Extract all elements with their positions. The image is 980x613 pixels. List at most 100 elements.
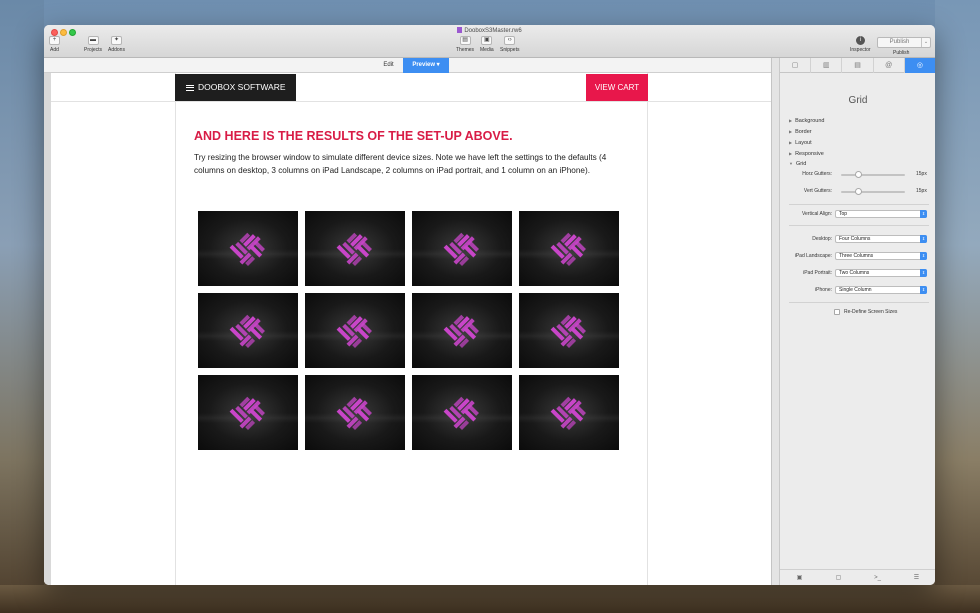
divider (789, 204, 929, 205)
page-description: Try resizing the browser window to simul… (194, 153, 607, 175)
checkbox[interactable] (834, 309, 840, 315)
grid-image-tile[interactable] (305, 293, 405, 368)
ipad-landscape-select[interactable]: Three Columns ⇕ (835, 252, 927, 260)
redefine-screen-sizes-checkbox[interactable]: Re-Define Screen Sizes (834, 309, 897, 315)
code-icon: ‹› (504, 36, 516, 45)
doobox-logo-icon (443, 232, 479, 266)
tab-stack-inspector[interactable]: ◎ (904, 58, 935, 73)
footer-layers-icon[interactable]: ▢ (819, 574, 858, 581)
divider (789, 225, 929, 226)
grid-image-tile[interactable] (198, 211, 298, 286)
page-heading: AND HERE IS THE RESULTS OF THE SET-UP AB… (194, 129, 513, 143)
grid-image-tile[interactable] (412, 211, 512, 286)
desktop-columns-select[interactable]: Four Columns ⇕ (835, 235, 927, 243)
chevron-down-icon[interactable]: ⌄ (921, 38, 930, 47)
horz-gutters-slider[interactable] (841, 171, 905, 178)
vert-gutters-value: 15px (916, 188, 927, 194)
footer-page-icon[interactable]: ▣ (780, 574, 819, 581)
add-button[interactable]: + Add (49, 36, 60, 53)
hamburger-menu-icon[interactable] (186, 84, 194, 91)
inspector-tabs: ▢ ▥ ▤ @ ◎ (780, 58, 935, 73)
site-brand[interactable]: DOOBOX SOFTWARE (175, 74, 296, 101)
grid-image-tile[interactable] (198, 293, 298, 368)
grid-image-tile[interactable] (519, 211, 619, 286)
media-button[interactable]: ▣ Media (480, 36, 494, 53)
slider-knob[interactable] (855, 171, 862, 178)
grid-image-tile[interactable] (305, 375, 405, 450)
section-responsive-label: Responsive (795, 151, 824, 157)
doobox-logo-icon (550, 396, 586, 430)
inspector-button[interactable]: i Inspector (850, 36, 871, 53)
info-icon: i (855, 36, 865, 45)
grid-image-tile[interactable] (412, 293, 512, 368)
page-icon: ▢ (791, 62, 799, 69)
header-divider (51, 101, 771, 102)
updown-chevron-icon: ⇕ (920, 235, 927, 243)
doobox-logo-icon (550, 314, 586, 348)
doobox-logo-icon (550, 232, 586, 266)
grid-image-tile[interactable] (412, 375, 512, 450)
tab-layout-inspector[interactable]: ▥ (811, 58, 843, 73)
media-icon: ▣ (481, 36, 493, 45)
tab-text-inspector[interactable]: ▤ (842, 58, 874, 73)
updown-chevron-icon: ⇕ (920, 286, 927, 294)
updown-chevron-icon: ⇕ (920, 269, 927, 277)
ipad-landscape-value: Three Columns (839, 253, 874, 259)
projects-label: Projects (84, 47, 103, 53)
grid-image-tile[interactable] (519, 375, 619, 450)
disclosure-down-icon: ▼ (789, 161, 793, 166)
addons-button[interactable]: ✦ Addons (108, 36, 125, 53)
projects-icon: ▬ (87, 36, 99, 45)
content-guide-left (175, 73, 176, 585)
snippets-button[interactable]: ‹› Snippets (500, 36, 519, 53)
edit-mode-button[interactable]: Edit (374, 58, 403, 73)
mode-bar: Edit Preview ▾ (44, 58, 771, 73)
sliders-icon[interactable]: ☰ (897, 574, 935, 581)
splitter[interactable] (771, 58, 779, 585)
doobox-logo-icon (336, 396, 372, 430)
addons-icon: ✦ (110, 36, 122, 45)
text-icon: ▤ (854, 62, 861, 69)
projects-button[interactable]: ▬ Projects (84, 36, 102, 53)
publish-label: Publish (893, 50, 910, 56)
grid-image-tile[interactable] (519, 293, 619, 368)
section-grid[interactable]: ▼ Grid (789, 161, 806, 167)
section-layout[interactable]: ▶ Layout (789, 140, 812, 146)
section-responsive[interactable]: ▶ Responsive (789, 151, 824, 157)
tab-link-inspector[interactable]: @ (874, 58, 905, 73)
preview-mode-button[interactable]: Preview ▾ (403, 58, 449, 73)
desktop-columns-value: Four Columns (839, 236, 871, 242)
section-border[interactable]: ▶ Border (789, 129, 812, 135)
doobox-logo-icon (443, 396, 479, 430)
divider (789, 302, 929, 303)
slider-knob[interactable] (855, 188, 862, 195)
inspector-footer: ▣ ▢ >_ ☰ (780, 569, 935, 585)
console-icon[interactable]: >_ (858, 575, 897, 581)
themes-label: Themes (456, 47, 475, 53)
inspector-label: Inspector (850, 47, 871, 53)
grid-image-tile[interactable] (305, 211, 405, 286)
chevron-down-icon: ▾ (436, 62, 440, 68)
desktop-background-bottom (0, 585, 980, 613)
disclosure-right-icon: ▶ (789, 140, 793, 145)
publish-button[interactable]: Publish ⌄ (877, 37, 931, 48)
grid-image-tile[interactable] (198, 375, 298, 450)
themes-button[interactable]: ▤ Themes (456, 36, 474, 53)
vertical-align-select[interactable]: Top ⇕ (835, 210, 927, 218)
vert-gutters-slider[interactable] (841, 188, 905, 195)
ipad-portrait-select[interactable]: Two Columns ⇕ (835, 269, 927, 277)
redefine-screen-sizes-label: Re-Define Screen Sizes (844, 309, 898, 315)
canvas-gutter (44, 73, 51, 585)
section-background[interactable]: ▶ Background (789, 118, 824, 124)
publish-button-label: Publish (889, 39, 910, 45)
preview-canvas: DOOBOX SOFTWARE VIEW CART AND HERE IS TH… (44, 73, 771, 585)
doobox-logo-icon (229, 232, 265, 266)
preview-mode-label: Preview (412, 62, 435, 68)
inspector-panel: ▢ ▥ ▤ @ ◎ Grid ▶ Background ▶ Border ▶ Layo… (779, 58, 935, 585)
iphone-select[interactable]: Single Column ⇕ (835, 286, 927, 294)
tab-page-inspector[interactable]: ▢ (780, 58, 812, 73)
desktop-label: Desktop: (812, 236, 832, 242)
view-cart-button[interactable]: VIEW CART (586, 74, 648, 101)
plus-icon: + (49, 36, 60, 45)
section-border-label: Border (795, 129, 812, 135)
